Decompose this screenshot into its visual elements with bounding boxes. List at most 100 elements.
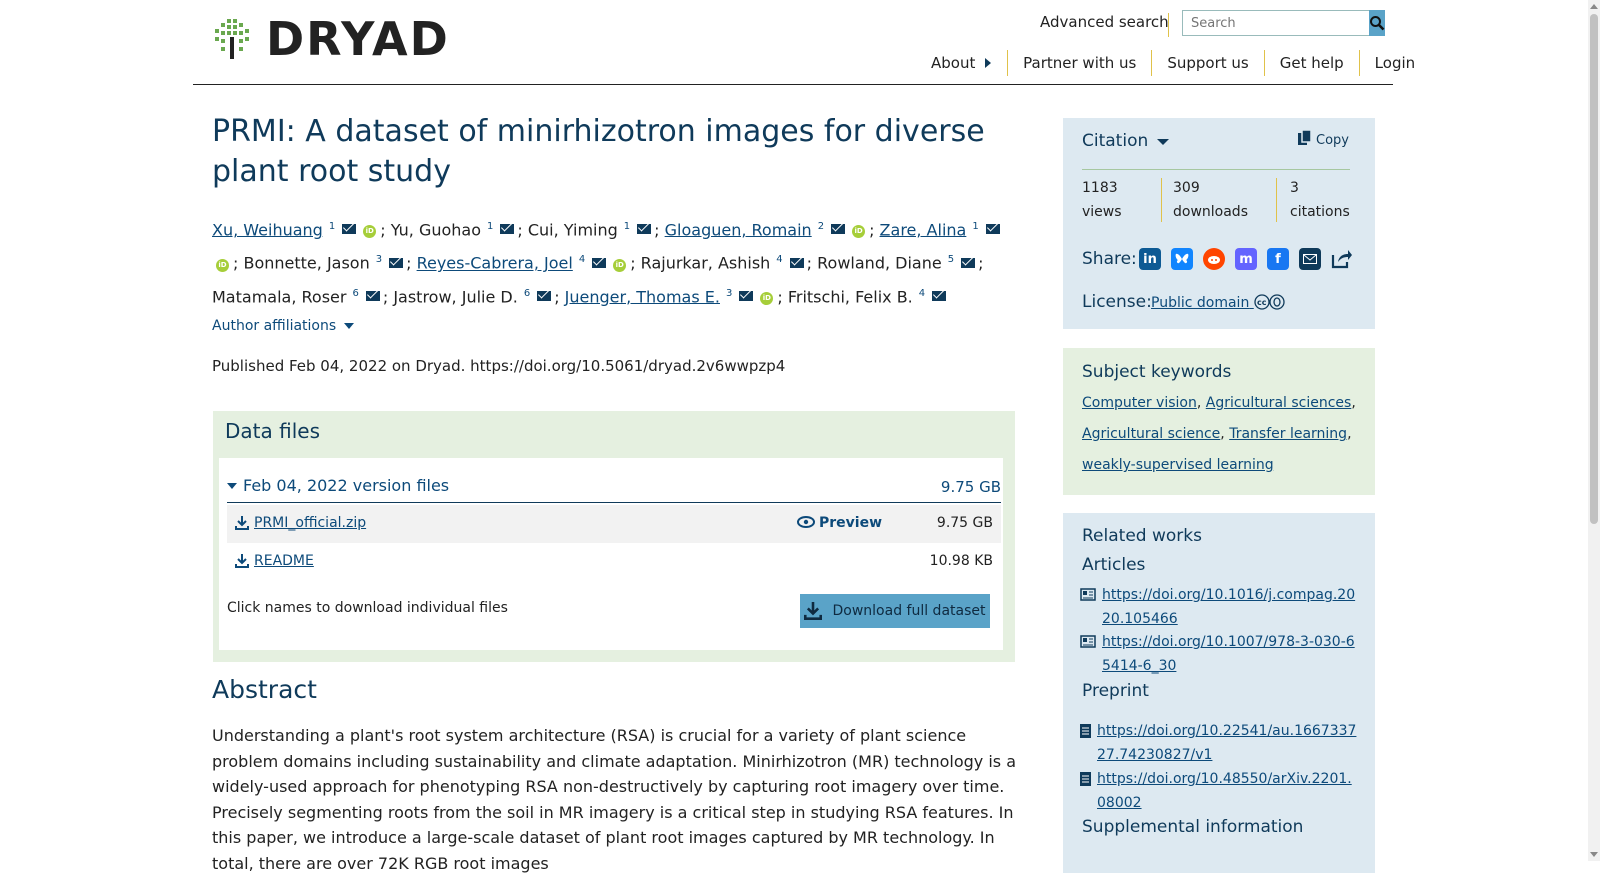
version-toggle[interactable]: Feb 04, 2022 version files 9.75 GB xyxy=(227,466,1001,503)
download-note: Click names to download individual files xyxy=(227,600,508,616)
affiliation-number[interactable]: 3 xyxy=(726,288,732,299)
reddit-icon[interactable] xyxy=(1203,248,1225,270)
email-icon[interactable] xyxy=(985,224,1000,235)
related-preprint-link[interactable]: https://doi.org/10.22541/au.166733727.74… xyxy=(1097,719,1360,767)
publication-info: Published Feb 04, 2022 on Dryad. https:/… xyxy=(212,357,786,375)
version-label: Feb 04, 2022 version files xyxy=(243,476,450,495)
keyword-link[interactable]: Agricultural science xyxy=(1082,426,1220,442)
email-icon[interactable] xyxy=(789,257,804,268)
author-separator: ; xyxy=(380,220,391,240)
email-icon[interactable] xyxy=(637,224,652,235)
email-icon[interactable] xyxy=(389,257,404,268)
nav-login[interactable]: Login xyxy=(1358,50,1430,76)
scroll-up-arrow[interactable] xyxy=(1590,4,1598,9)
file-row: README 10.98 KB xyxy=(227,543,1001,581)
email-icon[interactable] xyxy=(932,290,947,301)
orcid-icon[interactable]: iD xyxy=(760,291,774,305)
keyword-link[interactable]: Computer vision xyxy=(1082,395,1197,411)
author-separator: ; xyxy=(517,220,528,240)
email-share-icon[interactable] xyxy=(1299,248,1321,270)
orcid-icon[interactable]: iD xyxy=(852,225,866,239)
related-preprint-link[interactable]: https://doi.org/10.48550/arXiv.2201.0800… xyxy=(1097,767,1360,815)
email-icon[interactable] xyxy=(500,224,515,235)
linkedin-icon[interactable]: in xyxy=(1139,248,1161,270)
scrollbar-thumb[interactable] xyxy=(1590,14,1598,524)
email-icon[interactable] xyxy=(831,224,846,235)
affiliation-number[interactable]: 5 xyxy=(948,254,954,265)
author-affiliations-toggle[interactable]: Author affiliations xyxy=(212,318,354,334)
scroll-down-arrow[interactable] xyxy=(1590,852,1598,857)
author-name: Rowland, Diane xyxy=(817,253,942,273)
nav-support[interactable]: Support us xyxy=(1151,50,1263,76)
email-icon[interactable] xyxy=(537,290,552,301)
keyword-link[interactable]: Agricultural sciences xyxy=(1206,395,1352,411)
mastodon-icon[interactable]: m xyxy=(1235,248,1257,270)
data-files-panel: Data files Feb 04, 2022 version files 9.… xyxy=(213,411,1015,662)
stat-divider xyxy=(1161,178,1162,222)
nav-partner[interactable]: Partner with us xyxy=(1007,50,1151,76)
affiliation-number[interactable]: 4 xyxy=(776,254,782,265)
download-icon xyxy=(235,516,249,530)
stat-citations: 3 citations xyxy=(1290,180,1350,220)
author-separator: ; xyxy=(978,253,984,273)
affiliation-number[interactable]: 2 xyxy=(818,221,824,232)
citation-divider xyxy=(1082,169,1350,170)
search-button[interactable] xyxy=(1369,10,1385,36)
copy-citation-button[interactable]: Copy xyxy=(1298,129,1349,148)
author-name[interactable]: Juenger, Thomas E. xyxy=(565,287,720,306)
nav-help[interactable]: Get help xyxy=(1263,50,1359,76)
author-name[interactable]: Gloaguen, Romain xyxy=(665,220,812,239)
author-name[interactable]: Zare, Alina xyxy=(880,220,967,239)
file-link-readme[interactable]: README xyxy=(254,553,314,569)
document-icon xyxy=(1080,724,1091,738)
bluesky-icon[interactable] xyxy=(1171,248,1193,270)
data-files-heading: Data files xyxy=(225,419,320,443)
affiliation-number[interactable]: 4 xyxy=(919,288,925,299)
affiliation-number[interactable]: 1 xyxy=(624,221,630,232)
author-separator: ; xyxy=(406,253,417,273)
affiliation-number[interactable]: 1 xyxy=(329,221,335,232)
author-name[interactable]: Xu, Weihuang xyxy=(212,220,323,239)
affiliation-number[interactable]: 3 xyxy=(376,254,382,265)
email-icon[interactable] xyxy=(592,257,607,268)
header-rule xyxy=(193,84,1393,85)
orcid-icon[interactable]: iD xyxy=(613,258,627,272)
related-preprint: https://doi.org/10.22541/au.166733727.74… xyxy=(1080,719,1360,767)
advanced-search-link[interactable]: Advanced search xyxy=(1040,13,1169,31)
keyword-link[interactable]: Transfer learning xyxy=(1229,426,1347,442)
license-link[interactable]: Public domain cc xyxy=(1151,294,1286,311)
file-size: 10.98 KB xyxy=(929,553,993,569)
affiliation-number[interactable]: 6 xyxy=(352,288,358,299)
email-icon[interactable] xyxy=(342,224,357,235)
search-input[interactable] xyxy=(1183,11,1369,35)
keywords-card: Subject keywords Computer vision, Agricu… xyxy=(1063,348,1375,495)
affiliation-number[interactable]: 1 xyxy=(487,221,493,232)
related-article-link[interactable]: https://doi.org/10.1016/j.compag.2020.10… xyxy=(1102,583,1360,631)
orcid-icon[interactable]: iD xyxy=(363,225,377,239)
affiliation-number[interactable]: 4 xyxy=(579,254,585,265)
email-icon[interactable] xyxy=(365,290,380,301)
author-name[interactable]: Reyes-Cabrera, Joel xyxy=(417,254,573,273)
related-article-link[interactable]: https://doi.org/10.1007/978-3-030-65414-… xyxy=(1102,630,1360,678)
license-label: License: xyxy=(1082,292,1152,312)
download-full-dataset-button[interactable]: Download full dataset xyxy=(800,594,990,628)
keyword-link[interactable]: weakly-supervised learning xyxy=(1082,457,1274,473)
author-name: Bonnette, Jason xyxy=(243,253,370,273)
affiliation-number[interactable]: 6 xyxy=(524,288,530,299)
author-name: Jastrow, Julie D. xyxy=(393,286,518,306)
share-external-icon[interactable] xyxy=(1331,248,1353,270)
email-icon[interactable] xyxy=(739,290,754,301)
abstract-text: Understanding a plant's root system arch… xyxy=(212,726,1016,873)
facebook-icon[interactable]: f xyxy=(1267,248,1289,270)
file-link-prmi-zip[interactable]: PRMI_official.zip xyxy=(254,515,366,531)
affiliation-number[interactable]: 1 xyxy=(972,221,978,232)
caret-down-icon xyxy=(1156,139,1169,145)
nav-about[interactable]: About xyxy=(916,50,1007,76)
orcid-icon[interactable]: iD xyxy=(216,258,229,272)
dataset-title: PRMI: A dataset of minirhizotron images … xyxy=(212,114,985,189)
author-name: Cui, Yiming xyxy=(527,220,618,240)
email-icon[interactable] xyxy=(961,257,976,268)
dryad-logo[interactable]: DRYAD xyxy=(212,16,450,62)
preview-button[interactable]: Preview xyxy=(797,515,882,531)
citation-toggle[interactable]: Citation xyxy=(1082,131,1169,151)
